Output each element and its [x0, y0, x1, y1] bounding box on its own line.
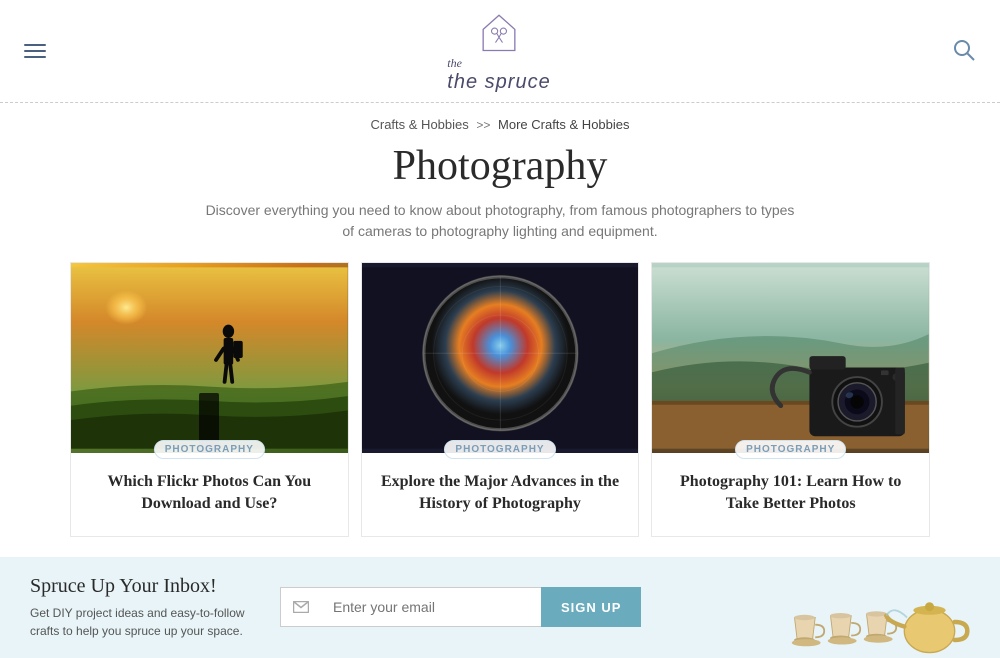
- search-button[interactable]: [948, 34, 980, 69]
- article-tag: PHOTOGRAPHY: [735, 440, 846, 459]
- article-card[interactable]: PHOTOGRAPHY Explore the Major Advances i…: [361, 262, 640, 537]
- article-card[interactable]: PHOTOGRAPHY Photography 101: Learn How t…: [651, 262, 930, 537]
- breadcrumb-parent-link[interactable]: Crafts & Hobbies: [370, 117, 468, 132]
- article-image-1: [71, 263, 348, 453]
- article-title: Explore the Major Advances in the Histor…: [362, 459, 639, 536]
- logo-the: the: [447, 56, 462, 70]
- breadcrumb-separator: >>: [476, 118, 490, 132]
- email-icon: [280, 587, 321, 627]
- article-tag: PHOTOGRAPHY: [154, 440, 265, 459]
- logo-name: the spruce: [447, 72, 550, 92]
- article-tag-wrap: PHOTOGRAPHY: [362, 439, 639, 459]
- newsletter-text-block: Spruce Up Your Inbox! Get DIY project id…: [30, 575, 250, 640]
- newsletter-description: Get DIY project ideas and easy-to-follow…: [30, 604, 250, 640]
- article-image-2: [362, 263, 639, 453]
- newsletter-banner: Spruce Up Your Inbox! Get DIY project id…: [0, 557, 1000, 658]
- article-tag-wrap: PHOTOGRAPHY: [652, 439, 929, 459]
- article-tag-wrap: PHOTOGRAPHY: [71, 439, 348, 459]
- article-grid: PHOTOGRAPHY Which Flickr Photos Can You …: [0, 262, 1000, 537]
- logo-icon: [477, 10, 521, 54]
- hamburger-icon: [24, 56, 46, 58]
- menu-button[interactable]: [20, 36, 50, 66]
- article-card[interactable]: PHOTOGRAPHY Which Flickr Photos Can You …: [70, 262, 349, 537]
- article-title: Which Flickr Photos Can You Download and…: [71, 459, 348, 536]
- signup-button[interactable]: SIGN UP: [541, 587, 641, 627]
- search-icon: [952, 38, 976, 62]
- article-tag: PHOTOGRAPHY: [444, 440, 555, 459]
- page-title: Photography: [0, 142, 1000, 190]
- site-header: the the spruce: [0, 0, 1000, 103]
- email-input[interactable]: [321, 587, 541, 627]
- page-subtitle: Discover everything you need to know abo…: [200, 200, 800, 242]
- hamburger-icon: [24, 50, 46, 52]
- tea-illustration: [790, 578, 970, 658]
- breadcrumb-current: More Crafts & Hobbies: [498, 117, 630, 132]
- tea-svg: [790, 568, 970, 658]
- newsletter-title: Spruce Up Your Inbox!: [30, 575, 250, 598]
- site-logo[interactable]: the the spruce: [447, 10, 550, 92]
- logo-text-group: the the spruce: [447, 54, 550, 92]
- article-image-3: [652, 263, 929, 453]
- hamburger-icon: [24, 44, 46, 46]
- breadcrumb: Crafts & Hobbies >> More Crafts & Hobbie…: [0, 103, 1000, 138]
- article-title: Photography 101: Learn How to Take Bette…: [652, 459, 929, 536]
